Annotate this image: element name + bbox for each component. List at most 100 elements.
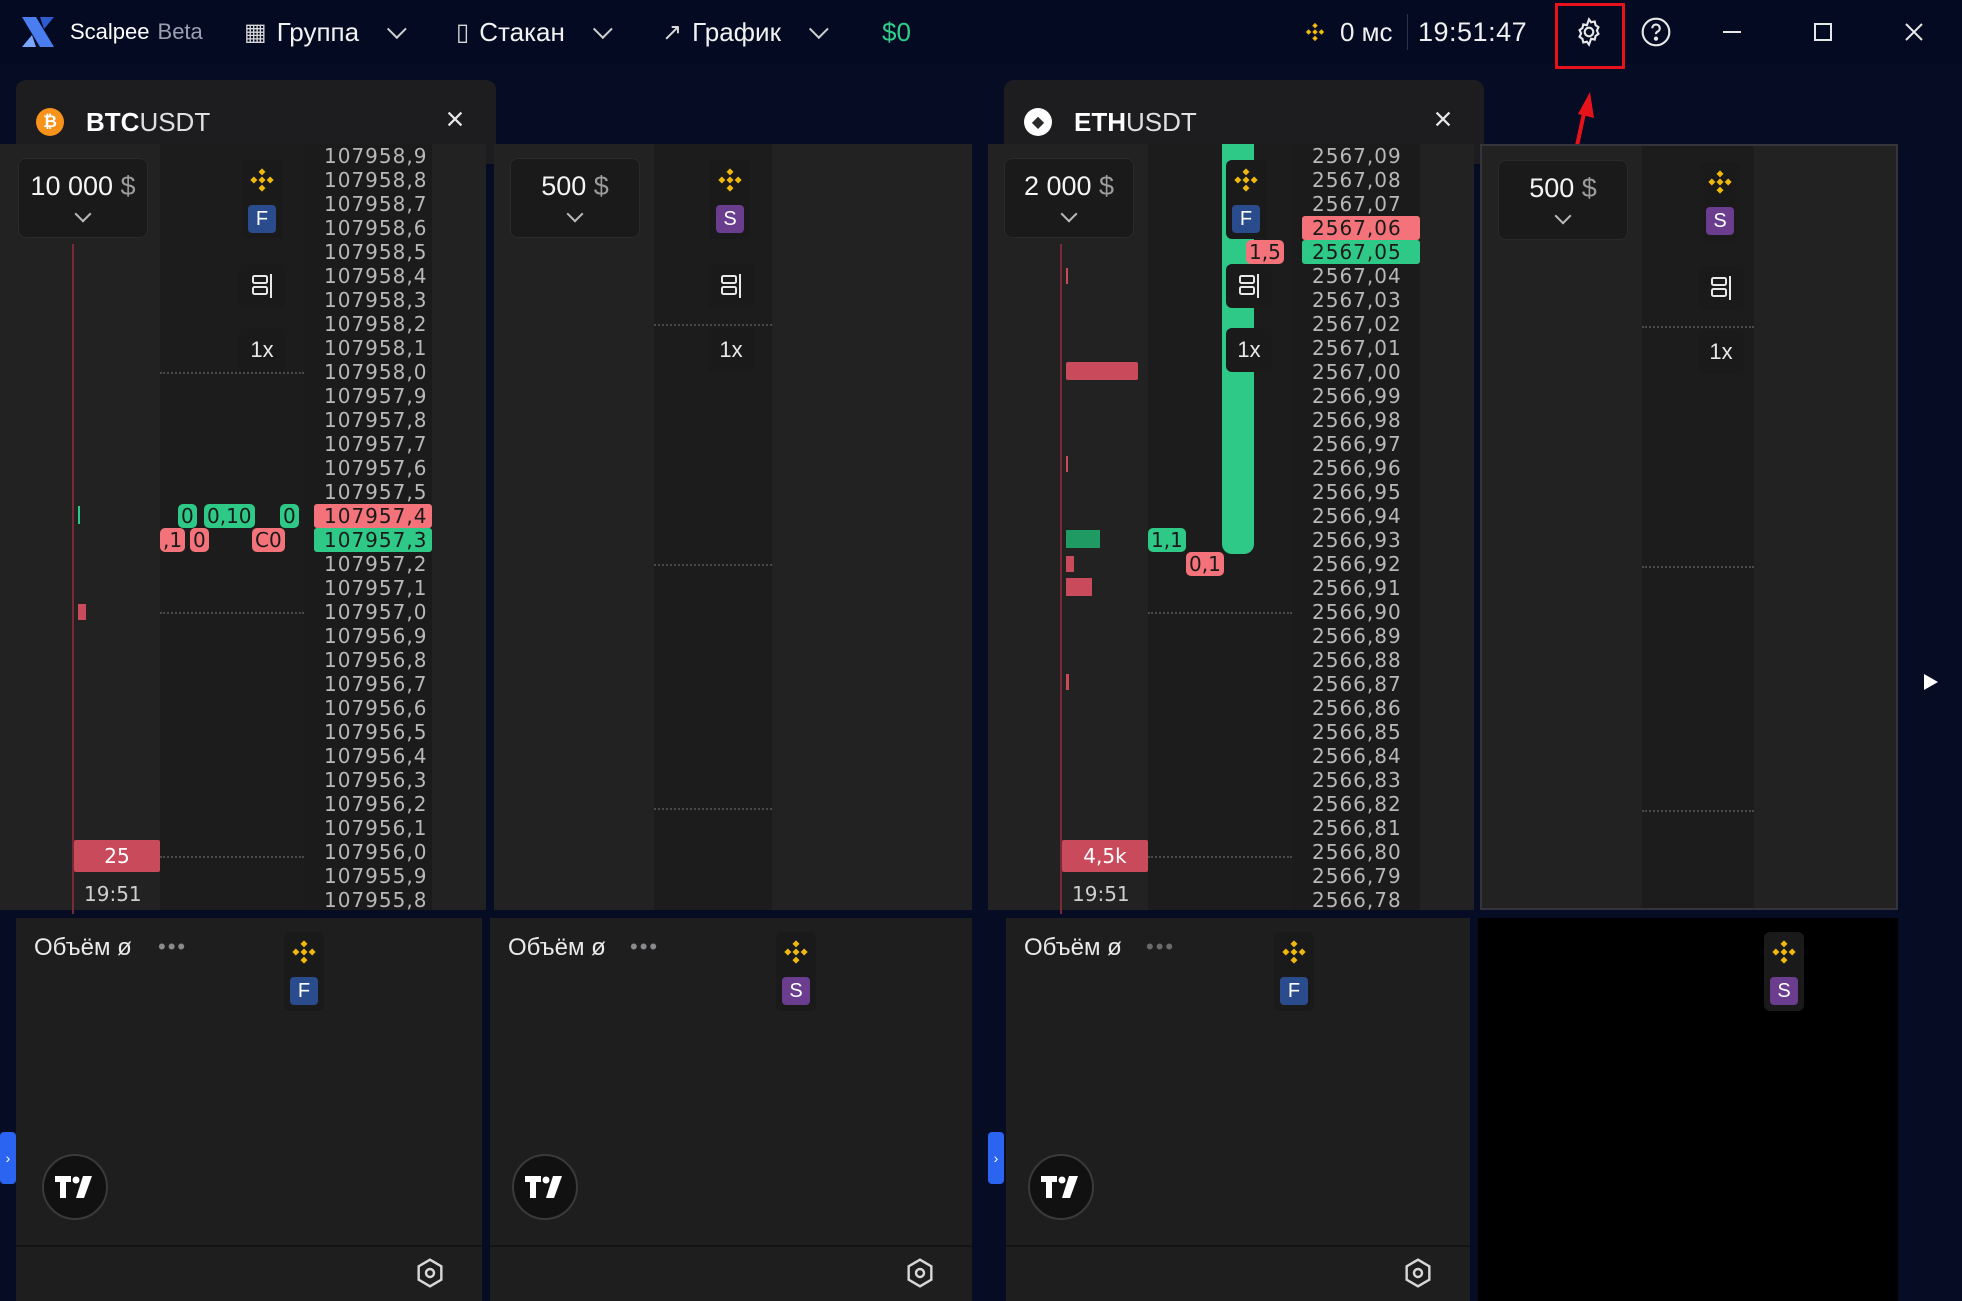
- price-level[interactable]: 107958,8: [314, 168, 432, 192]
- price-level[interactable]: 107956,7: [314, 672, 432, 696]
- price-level[interactable]: 2566,98: [1302, 408, 1420, 432]
- price-level[interactable]: 2566,83: [1302, 768, 1420, 792]
- price-level[interactable]: 2566,97: [1302, 432, 1420, 456]
- price-level[interactable]: 2566,85: [1302, 720, 1420, 744]
- price-level[interactable]: 107956,0: [314, 840, 432, 864]
- price-level[interactable]: 2566,80: [1302, 840, 1420, 864]
- price-level[interactable]: 2567,03: [1302, 288, 1420, 312]
- best-bid-price[interactable]: 2567,05: [1302, 240, 1420, 264]
- price-level[interactable]: 107956,2: [314, 792, 432, 816]
- price-level[interactable]: 2567,02: [1302, 312, 1420, 336]
- align-button[interactable]: [239, 264, 285, 308]
- price-level[interactable]: 107958,4: [314, 264, 432, 288]
- order-amount-selector[interactable]: 500 $: [1498, 160, 1628, 240]
- minimize-button[interactable]: [1714, 14, 1750, 50]
- price-level[interactable]: 2566,81: [1302, 816, 1420, 840]
- orderbook-eth-spot[interactable]: 500 $ S 1x: [1480, 144, 1898, 910]
- price-level[interactable]: 2566,91: [1302, 576, 1420, 600]
- order-amount-selector[interactable]: 2 000 $: [1004, 158, 1134, 238]
- price-level[interactable]: 107958,3: [314, 288, 432, 312]
- close-panel-icon[interactable]: [444, 108, 466, 130]
- price-level[interactable]: 2566,84: [1302, 744, 1420, 768]
- more-options-icon[interactable]: •••: [158, 934, 187, 960]
- close-window-button[interactable]: [1896, 14, 1932, 50]
- leverage-button[interactable]: 1x: [1226, 328, 1272, 372]
- orderbook-btc-futures[interactable]: 10 000 $ F 1x 107958,9 107958,8 107958,7 10…: [0, 144, 486, 914]
- price-level[interactable]: 107956,4: [314, 744, 432, 768]
- best-ask-price[interactable]: 2567,06: [1302, 216, 1420, 240]
- leverage-button[interactable]: 1x: [708, 328, 754, 372]
- more-options-icon[interactable]: •••: [630, 934, 659, 960]
- group-menu[interactable]: ▦ Группа: [244, 0, 407, 64]
- tradingview-logo-icon[interactable]: [1028, 1154, 1094, 1220]
- close-panel-icon[interactable]: [1432, 108, 1454, 130]
- orderbook-eth-futures[interactable]: 2 000 $ F 1x 2567,09 2567,08 2567,07 2567,0…: [988, 144, 1474, 914]
- price-level[interactable]: 107958,0: [314, 360, 432, 384]
- orderbook-menu[interactable]: ▯ Стакан: [456, 0, 613, 64]
- price-level[interactable]: 107957,7: [314, 432, 432, 456]
- price-level[interactable]: 107957,1: [314, 576, 432, 600]
- price-level[interactable]: 107957,2: [314, 552, 432, 576]
- price-level[interactable]: 2566,95: [1302, 480, 1420, 504]
- settings-hex-icon[interactable]: [1402, 1257, 1434, 1289]
- price-level[interactable]: 2566,99: [1302, 384, 1420, 408]
- settings-hex-icon[interactable]: [904, 1257, 936, 1289]
- chart-menu[interactable]: ↗ График: [662, 0, 829, 64]
- more-options-icon[interactable]: •••: [1146, 934, 1175, 960]
- order-amount-selector[interactable]: 500 $: [510, 158, 640, 238]
- price-level[interactable]: 107958,5: [314, 240, 432, 264]
- price-level[interactable]: 107956,9: [314, 624, 432, 648]
- price-level[interactable]: 107957,8: [314, 408, 432, 432]
- align-button[interactable]: [1698, 266, 1744, 310]
- price-level[interactable]: 2566,78: [1302, 888, 1420, 912]
- order-amount-selector[interactable]: 10 000 $: [18, 158, 148, 238]
- price-level[interactable]: 2566,79: [1302, 864, 1420, 888]
- expand-left-handle[interactable]: ›: [988, 1132, 1004, 1184]
- price-level[interactable]: 2566,90: [1302, 600, 1420, 624]
- help-button[interactable]: [1638, 14, 1674, 50]
- price-level[interactable]: 2566,94: [1302, 504, 1420, 528]
- leverage-button[interactable]: 1x: [239, 328, 285, 372]
- best-bid-price[interactable]: 107957,3: [314, 528, 432, 552]
- price-level[interactable]: 2566,88: [1302, 648, 1420, 672]
- leverage-button[interactable]: 1x: [1698, 330, 1744, 374]
- price-level[interactable]: 107957,6: [314, 456, 432, 480]
- price-level[interactable]: 2566,89: [1302, 624, 1420, 648]
- tradingview-logo-icon[interactable]: [512, 1154, 578, 1220]
- price-level[interactable]: 107958,9: [314, 144, 432, 168]
- price-level[interactable]: 107957,0: [314, 600, 432, 624]
- settings-hex-icon[interactable]: [414, 1257, 446, 1289]
- price-level[interactable]: 107955,8: [314, 888, 432, 912]
- price-column[interactable]: 2567,09 2567,08 2567,07 2567,06 2567,05 2567,…: [1292, 144, 1420, 912]
- price-level[interactable]: 107957,5: [314, 480, 432, 504]
- price-level[interactable]: 2567,01: [1302, 336, 1420, 360]
- orderbook-btc-spot[interactable]: 500 $ S 1x: [494, 144, 972, 910]
- price-level[interactable]: 107956,8: [314, 648, 432, 672]
- align-button[interactable]: [708, 264, 754, 308]
- price-level[interactable]: 107958,1: [314, 336, 432, 360]
- price-level[interactable]: 107957,9: [314, 384, 432, 408]
- price-level[interactable]: 107955,9: [314, 864, 432, 888]
- maximize-button[interactable]: [1805, 14, 1841, 50]
- price-level[interactable]: 2567,09: [1302, 144, 1420, 168]
- price-level[interactable]: 2567,04: [1302, 264, 1420, 288]
- price-column[interactable]: 107958,9 107958,8 107958,7 107958,6 107958,5…: [304, 144, 432, 912]
- price-level[interactable]: 2566,96: [1302, 456, 1420, 480]
- price-level[interactable]: 2567,08: [1302, 168, 1420, 192]
- price-level[interactable]: 2567,00: [1302, 360, 1420, 384]
- price-level[interactable]: 107956,5: [314, 720, 432, 744]
- price-level[interactable]: 107958,2: [314, 312, 432, 336]
- price-level[interactable]: 107958,6: [314, 216, 432, 240]
- price-level[interactable]: 2566,93: [1302, 528, 1420, 552]
- expand-right-icon[interactable]: [1922, 672, 1940, 692]
- price-level[interactable]: 107956,1: [314, 816, 432, 840]
- expand-left-handle[interactable]: ›: [0, 1132, 16, 1184]
- price-level[interactable]: 2566,82: [1302, 792, 1420, 816]
- align-button[interactable]: [1226, 264, 1272, 308]
- price-level[interactable]: 2566,86: [1302, 696, 1420, 720]
- price-level[interactable]: 107958,7: [314, 192, 432, 216]
- price-level[interactable]: 2566,87: [1302, 672, 1420, 696]
- best-ask-price[interactable]: 107957,4: [314, 504, 432, 528]
- price-level[interactable]: 107956,6: [314, 696, 432, 720]
- price-level[interactable]: 107956,3: [314, 768, 432, 792]
